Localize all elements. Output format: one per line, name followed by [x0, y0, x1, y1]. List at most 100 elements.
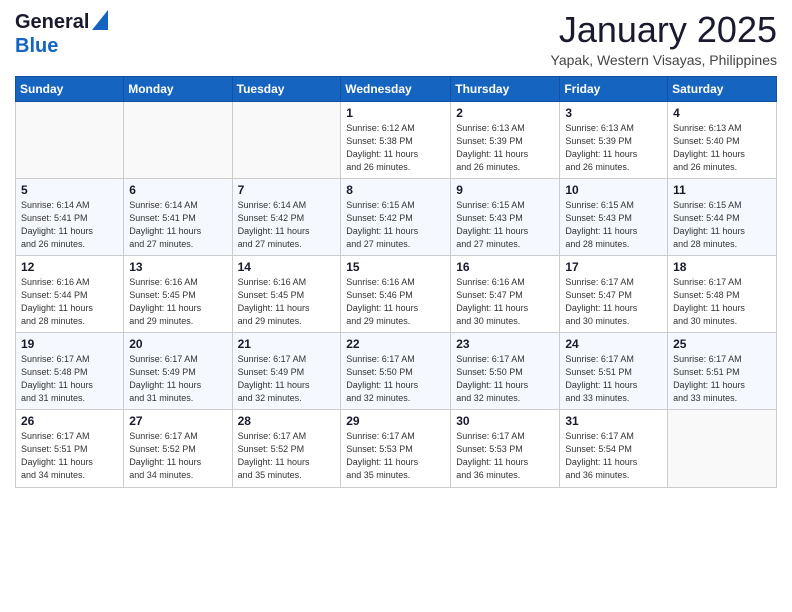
col-sunday: Sunday	[16, 76, 124, 101]
table-row	[124, 101, 232, 178]
day-number: 7	[238, 183, 336, 197]
day-number: 10	[565, 183, 662, 197]
table-row: 4Sunrise: 6:13 AM Sunset: 5:40 PM Daylig…	[668, 101, 777, 178]
col-monday: Monday	[124, 76, 232, 101]
day-number: 8	[346, 183, 445, 197]
day-info: Sunrise: 6:14 AM Sunset: 5:42 PM Dayligh…	[238, 199, 336, 251]
day-number: 17	[565, 260, 662, 274]
table-row: 6 Sunrise: 6:14 AM Sunset: 5:41 PM Daylig…	[124, 178, 232, 255]
calendar-week-row: 12 Sunrise: 6:16 AM Sunset: 5:44 PM Dayli…	[16, 255, 777, 332]
table-row: 29 Sunrise: 6:17 AM Sunset: 5:53 PM Dayli…	[341, 410, 451, 487]
day-info: Sunrise: 6:13 AM Sunset: 5:40 PM Dayligh…	[673, 122, 771, 174]
day-number: 31	[565, 414, 662, 428]
col-wednesday: Wednesday	[341, 76, 451, 101]
table-row: 1 Sunrise: 6:12 AM Sunset: 5:38 PM Daylig…	[341, 101, 451, 178]
table-row: 24 Sunrise: 6:17 AM Sunset: 5:51 PM Dayli…	[560, 333, 668, 410]
day-info: Sunrise: 6:17 AM Sunset: 5:52 PM Dayligh…	[238, 430, 336, 482]
table-row: 15 Sunrise: 6:16 AM Sunset: 5:46 PM Dayli…	[341, 255, 451, 332]
table-row: 17 Sunrise: 6:17 AM Sunset: 5:47 PM Dayli…	[560, 255, 668, 332]
day-number: 14	[238, 260, 336, 274]
table-row: 21Sunrise: 6:17 AM Sunset: 5:49 PM Dayli…	[232, 333, 341, 410]
col-thursday: Thursday	[451, 76, 560, 101]
day-info: Sunrise: 6:14 AM Sunset: 5:41 PM Dayligh…	[21, 199, 118, 251]
table-row: 23 Sunrise: 6:17 AM Sunset: 5:50 PM Dayli…	[451, 333, 560, 410]
logo: General Blue	[15, 10, 108, 58]
table-row: 25Sunrise: 6:17 AM Sunset: 5:51 PM Dayli…	[668, 333, 777, 410]
calendar-table: Sunday Monday Tuesday Wednesday Thursday…	[15, 76, 777, 488]
day-info: Sunrise: 6:17 AM Sunset: 5:47 PM Dayligh…	[565, 276, 662, 328]
day-number: 29	[346, 414, 445, 428]
day-info: Sunrise: 6:17 AM Sunset: 5:53 PM Dayligh…	[346, 430, 445, 482]
day-number: 23	[456, 337, 554, 351]
table-row: 28 Sunrise: 6:17 AM Sunset: 5:52 PM Dayli…	[232, 410, 341, 487]
title-block: January 2025 Yapak, Western Visayas, Phi…	[551, 10, 777, 68]
table-row: 31 Sunrise: 6:17 AM Sunset: 5:54 PM Dayli…	[560, 410, 668, 487]
table-row: 7 Sunrise: 6:14 AM Sunset: 5:42 PM Daylig…	[232, 178, 341, 255]
table-row: 14 Sunrise: 6:16 AM Sunset: 5:45 PM Dayli…	[232, 255, 341, 332]
day-info: Sunrise: 6:12 AM Sunset: 5:38 PM Dayligh…	[346, 122, 445, 174]
day-number: 24	[565, 337, 662, 351]
logo-general-text: General	[15, 11, 89, 34]
table-row: 16 Sunrise: 6:16 AM Sunset: 5:47 PM Dayli…	[451, 255, 560, 332]
day-info: Sunrise: 6:17 AM Sunset: 5:54 PM Dayligh…	[565, 430, 662, 482]
day-info: Sunrise: 6:17 AM Sunset: 5:53 PM Dayligh…	[456, 430, 554, 482]
day-info: Sunrise: 6:13 AM Sunset: 5:39 PM Dayligh…	[565, 122, 662, 174]
page-header: General Blue January 2025 Yapak, Western…	[15, 10, 777, 68]
table-row: 10Sunrise: 6:15 AM Sunset: 5:43 PM Dayli…	[560, 178, 668, 255]
table-row: 5 Sunrise: 6:14 AM Sunset: 5:41 PM Daylig…	[16, 178, 124, 255]
location-text: Yapak, Western Visayas, Philippines	[551, 52, 777, 68]
day-number: 25	[673, 337, 771, 351]
col-saturday: Saturday	[668, 76, 777, 101]
calendar-header-row: Sunday Monday Tuesday Wednesday Thursday…	[16, 76, 777, 101]
day-info: Sunrise: 6:17 AM Sunset: 5:51 PM Dayligh…	[565, 353, 662, 405]
day-info: Sunrise: 6:16 AM Sunset: 5:45 PM Dayligh…	[238, 276, 336, 328]
day-info: Sunrise: 6:17 AM Sunset: 5:50 PM Dayligh…	[456, 353, 554, 405]
day-number: 3	[565, 106, 662, 120]
day-number: 1	[346, 106, 445, 120]
day-number: 15	[346, 260, 445, 274]
day-number: 30	[456, 414, 554, 428]
calendar-week-row: 19Sunrise: 6:17 AM Sunset: 5:48 PM Dayli…	[16, 333, 777, 410]
table-row: 3 Sunrise: 6:13 AM Sunset: 5:39 PM Daylig…	[560, 101, 668, 178]
calendar-week-row: 26 Sunrise: 6:17 AM Sunset: 5:51 PM Dayli…	[16, 410, 777, 487]
day-number: 12	[21, 260, 118, 274]
calendar-week-row: 5 Sunrise: 6:14 AM Sunset: 5:41 PM Daylig…	[16, 178, 777, 255]
day-info: Sunrise: 6:17 AM Sunset: 5:48 PM Dayligh…	[673, 276, 771, 328]
day-info: Sunrise: 6:16 AM Sunset: 5:47 PM Dayligh…	[456, 276, 554, 328]
day-number: 11	[673, 183, 771, 197]
calendar-week-row: 1 Sunrise: 6:12 AM Sunset: 5:38 PM Daylig…	[16, 101, 777, 178]
table-row: 13 Sunrise: 6:16 AM Sunset: 5:45 PM Dayli…	[124, 255, 232, 332]
day-number: 21	[238, 337, 336, 351]
table-row: 20Sunrise: 6:17 AM Sunset: 5:49 PM Dayli…	[124, 333, 232, 410]
day-info: Sunrise: 6:15 AM Sunset: 5:43 PM Dayligh…	[456, 199, 554, 251]
day-info: Sunrise: 6:14 AM Sunset: 5:41 PM Dayligh…	[129, 199, 226, 251]
day-info: Sunrise: 6:17 AM Sunset: 5:49 PM Dayligh…	[129, 353, 226, 405]
table-row: 30 Sunrise: 6:17 AM Sunset: 5:53 PM Dayli…	[451, 410, 560, 487]
day-info: Sunrise: 6:17 AM Sunset: 5:51 PM Dayligh…	[21, 430, 118, 482]
logo-blue-text: Blue	[15, 35, 58, 58]
day-info: Sunrise: 6:16 AM Sunset: 5:46 PM Dayligh…	[346, 276, 445, 328]
table-row: 19Sunrise: 6:17 AM Sunset: 5:48 PM Dayli…	[16, 333, 124, 410]
day-info: Sunrise: 6:16 AM Sunset: 5:44 PM Dayligh…	[21, 276, 118, 328]
col-friday: Friday	[560, 76, 668, 101]
logo-triangle-icon	[92, 10, 108, 35]
day-number: 16	[456, 260, 554, 274]
table-row	[668, 410, 777, 487]
day-number: 18	[673, 260, 771, 274]
day-number: 26	[21, 414, 118, 428]
table-row	[16, 101, 124, 178]
day-number: 6	[129, 183, 226, 197]
day-info: Sunrise: 6:16 AM Sunset: 5:45 PM Dayligh…	[129, 276, 226, 328]
table-row: 27Sunrise: 6:17 AM Sunset: 5:52 PM Dayli…	[124, 410, 232, 487]
day-number: 28	[238, 414, 336, 428]
table-row	[232, 101, 341, 178]
day-number: 13	[129, 260, 226, 274]
day-number: 5	[21, 183, 118, 197]
day-number: 9	[456, 183, 554, 197]
table-row: 26 Sunrise: 6:17 AM Sunset: 5:51 PM Dayli…	[16, 410, 124, 487]
month-title: January 2025	[551, 10, 777, 50]
day-info: Sunrise: 6:15 AM Sunset: 5:42 PM Dayligh…	[346, 199, 445, 251]
day-info: Sunrise: 6:17 AM Sunset: 5:52 PM Dayligh…	[129, 430, 226, 482]
table-row: 8 Sunrise: 6:15 AM Sunset: 5:42 PM Daylig…	[341, 178, 451, 255]
table-row: 22Sunrise: 6:17 AM Sunset: 5:50 PM Dayli…	[341, 333, 451, 410]
